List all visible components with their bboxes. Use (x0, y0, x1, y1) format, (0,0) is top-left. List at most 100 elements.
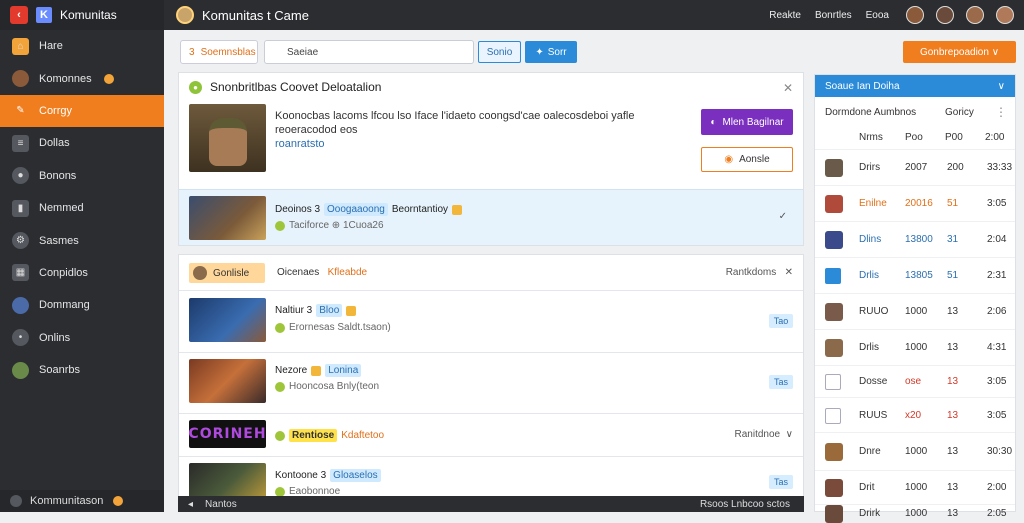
game-thumbnail (189, 196, 266, 240)
rankings-link[interactable]: Rantkdoms (726, 267, 777, 278)
bottom-bar-left[interactable]: Nantos (205, 499, 237, 510)
action-dropdown-button[interactable]: Gonbrepoadion ∨ (903, 41, 1016, 63)
sidebar-item-label: Hare (39, 40, 63, 53)
leaderboard-row[interactable]: RUUS x20 13 3:05 (815, 397, 1015, 432)
leaderboard-cell: 13 (947, 446, 959, 457)
secondary-action-button[interactable]: ◉ Aonsle (701, 147, 793, 172)
chevron-down-icon[interactable]: ∨ (786, 429, 793, 440)
dot-icon: • (12, 329, 29, 347)
leaderboard-cell: 1000 (905, 446, 928, 457)
list-item-sub: Hooncosa Bnly(teon (275, 381, 379, 392)
sort-button-label: Sorr (547, 46, 567, 58)
top-link[interactable]: Bonrtles (815, 10, 852, 21)
sidebar-item-komonnes[interactable]: Komonnes (0, 62, 164, 94)
bottom-bar-right[interactable]: Rsoos Lnbcoo sctos (700, 499, 790, 510)
avatar (193, 266, 207, 280)
trophy-icon (346, 305, 357, 316)
user-avatar-icon (10, 495, 22, 507)
row-checkbox[interactable] (825, 268, 841, 284)
more-icon[interactable]: ⋮ (995, 105, 1007, 119)
leaderboard-cell: 20016 (905, 198, 933, 209)
online-avatars (906, 6, 1014, 24)
list-item[interactable]: Nezore Lonina Hooncosa Bnly(teon Tas (179, 353, 803, 414)
chevron-down-icon[interactable]: ✓ (779, 211, 787, 222)
sidebar-brand[interactable]: ‹ K Komunitas (0, 0, 164, 30)
leaderboard-row[interactable]: Drirs 2007 200 33:33 (815, 149, 1015, 185)
lightning-icon: ✎ (16, 105, 25, 117)
sidebar-item-onlins[interactable]: • Onlins (0, 322, 164, 354)
trophy-icon (452, 204, 463, 215)
list-icon: ≡ (12, 134, 29, 152)
leaderboard-row[interactable]: Dnre 1000 13 30:30 (815, 432, 1015, 470)
top-link[interactable]: Eooa (866, 10, 889, 21)
sidebar-footer[interactable]: Kommunitason (0, 490, 164, 512)
sidebar-item-dollas[interactable]: ≡ Dollas (0, 127, 164, 159)
leaderboard-cell: 2:05 (987, 508, 1007, 519)
column-header[interactable]: Dormdone Aumbnos (825, 107, 916, 118)
back-arrow-icon[interactable]: ‹ (10, 6, 28, 24)
chevron-down-icon[interactable]: ∨ (998, 81, 1005, 92)
leaderboard-cell: Drlis (859, 270, 879, 281)
sidebar-item-soanrbs[interactable]: Soanrbs (0, 354, 164, 386)
leaderboard-row[interactable]: RUUO 1000 13 2:06 (815, 293, 1015, 329)
join-button[interactable]: ◐ Mlen Bagilnar (701, 109, 793, 135)
tab-soemnsblas[interactable]: 3 Soemnsblas (180, 40, 258, 64)
leaderboard-row[interactable]: Drlis 13805 51 2:31 (815, 257, 1015, 293)
sidebar-item-home[interactable]: ⌂ Hare (0, 30, 164, 62)
top-link[interactable]: Reakte (769, 10, 801, 21)
top-links: Reakte Bonrtles Eooa (769, 10, 889, 21)
bookmark-icon: ▮ (12, 199, 29, 217)
sidebar-item-nemmed[interactable]: ▮ Nemmed (0, 192, 164, 224)
arrow-left-icon[interactable]: ◂ (188, 499, 193, 510)
close-icon[interactable]: ✕ (785, 267, 793, 278)
sidebar-item-bonons[interactable]: ● Bonons (0, 160, 164, 192)
sidebar-item-dommang[interactable]: Dommang (0, 289, 164, 321)
user-avatar-icon (12, 70, 29, 88)
leaderboard-cell: 1000 (905, 482, 928, 493)
sidebar-item-label: Corrgy (39, 104, 73, 117)
search-input[interactable] (264, 40, 474, 64)
close-icon[interactable]: ✕ (783, 81, 793, 95)
leaderboard-row[interactable]: Dosse ose 13 3:05 (815, 365, 1015, 397)
sort-button[interactable]: ✦ Sorr (525, 41, 577, 63)
filter-button[interactable]: Sonio (478, 41, 521, 63)
sidebar-item-label: Dollas (39, 137, 70, 150)
list-item[interactable]: Naltiur 3 Bloo Erornesas Saldt.tsaon) Ta… (179, 292, 803, 353)
filter-pill[interactable]: Gonlisle (189, 263, 265, 283)
avatar[interactable] (906, 6, 924, 24)
sidebar-item-conpidlos[interactable]: ▦ Conpidlos (0, 257, 164, 289)
status-dot-icon (275, 220, 285, 231)
leaderboard-row[interactable]: Dlins 13800 31 2:04 (815, 221, 1015, 257)
leaderboard-cell: 51 (947, 198, 959, 209)
row-checkbox[interactable] (825, 407, 841, 424)
featured-card-header: ● Snonbritlbas Coovet Deloatalion (179, 73, 803, 101)
sidebar-item-corrgy[interactable]: ✎ Corrgy (0, 94, 164, 128)
leaderboard-row[interactable]: Enilne 20016 51 3:05 (815, 185, 1015, 221)
leaderboard-header[interactable]: Soaue Ian Doiha ∨ (815, 75, 1015, 97)
list-item[interactable]: CORINEH Rentiose Kdaftetoo Ranitdnoe ∨ (179, 414, 803, 457)
avatar[interactable] (936, 6, 954, 24)
tab-number-icon: 3 (189, 46, 195, 58)
highlight-row[interactable]: Deoinos 3 Ooogaaoong Beorntantioy Tacifo… (179, 189, 803, 245)
status-badge: Bloo (316, 304, 343, 317)
leaderboard-row[interactable]: Drit 1000 13 2:00 (815, 470, 1015, 504)
sidebar-item-sasmes[interactable]: ⚙ Sasmes (0, 224, 164, 256)
sidebar-item-label: Conpidlos (39, 266, 88, 279)
list-header-label: Oicenaes (277, 267, 320, 278)
leaderboard-cell: 2:31 (987, 270, 1007, 281)
status-badge: Ooogaaoong (324, 203, 388, 216)
avatar[interactable] (966, 6, 984, 24)
row-checkbox[interactable] (825, 374, 841, 390)
leaderboard-row[interactable]: Drlis 1000 13 4:31 (815, 329, 1015, 365)
avatar[interactable] (996, 6, 1014, 24)
count-badge: Tas (769, 475, 793, 489)
leaderboard-cell: 3:05 (987, 376, 1007, 387)
leaderboard-cell: 13 (947, 376, 959, 387)
leaderboard-cell: Drlis (859, 342, 879, 353)
avatar (825, 231, 843, 249)
sidebar-nav: ⌂ Hare Komonnes ✎ Corrgy ≡ Dollas ● Bono… (0, 30, 164, 386)
column-header[interactable]: Goricy (945, 107, 974, 118)
column-header: P00 (945, 132, 963, 143)
status-dot-icon (275, 430, 285, 441)
featured-link[interactable]: roanratsto (275, 138, 325, 150)
